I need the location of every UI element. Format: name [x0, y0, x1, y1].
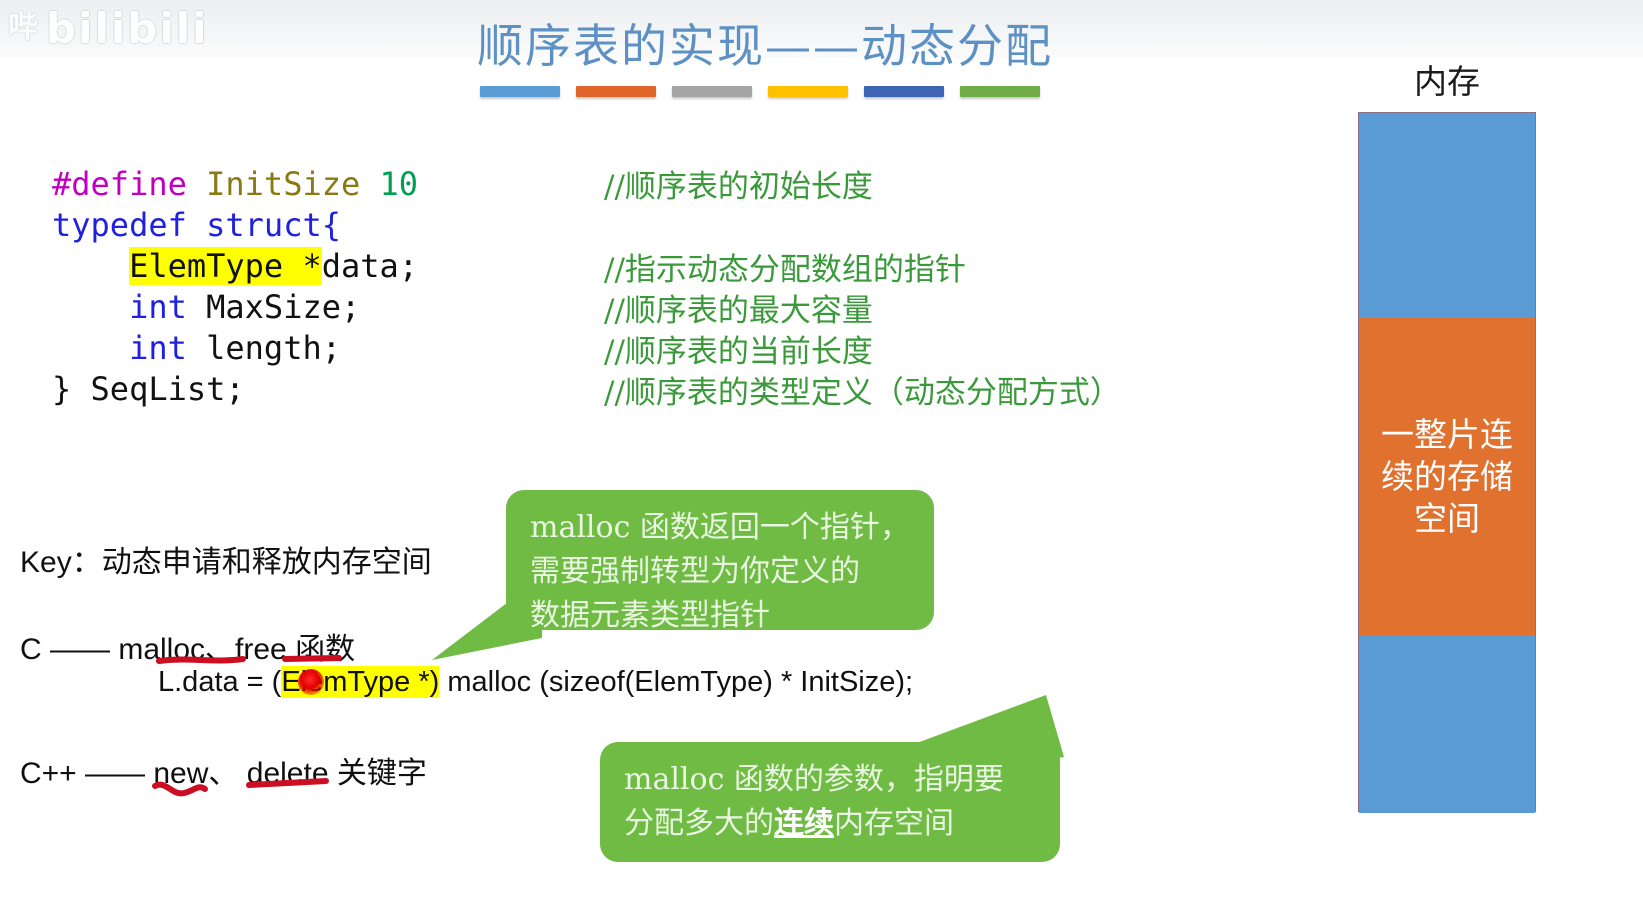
- callout-2: malloc 函数的参数，指明要 分配多大的连续内存空间: [600, 742, 1060, 862]
- title-rule-2: [576, 86, 656, 97]
- callout-2-line-1: malloc 函数的参数，指明要: [624, 762, 1004, 797]
- code-int-keyword-2: int: [129, 329, 187, 367]
- c-suffix: 函数: [286, 633, 356, 666]
- code-macro-name: InitSize: [186, 165, 380, 203]
- cpp-prefix: C++ ——: [20, 757, 154, 790]
- callout-1-line-1: malloc 函数返回一个指针，: [530, 510, 910, 545]
- code-typedef-struct: typedef struct{: [52, 206, 341, 244]
- code-data-member: data;: [321, 247, 419, 285]
- title-rule-3: [672, 86, 752, 97]
- code-struct-close: } SeqList;: [52, 370, 245, 408]
- c-separator: 、: [205, 633, 236, 666]
- stmt-suffix: malloc (sizeof(ElemType) * InitSize);: [439, 666, 914, 698]
- cpp-suffix: 关键字: [328, 757, 427, 790]
- code-elemtype-highlight: ElemType *: [129, 247, 322, 285]
- memory-segment-allocated: 一整片连 续的存储 空间: [1359, 318, 1535, 636]
- title-rule-row: [480, 86, 1040, 97]
- slide-canvas: 哔 bilibili 顺序表的实现——动态分配 #define InitSize …: [0, 0, 1643, 921]
- comment-current-length: //顺序表的当前长度: [604, 334, 873, 370]
- code-maxsize-member: MaxSize;: [186, 288, 361, 326]
- key-note-line: Key：动态申请和释放内存空间: [20, 537, 432, 581]
- code-keyword-define: #define: [52, 165, 187, 203]
- page-title: 顺序表的实现——动态分配: [477, 19, 1053, 73]
- title-rule-1: [480, 86, 560, 97]
- callout-2-line-2-c: 内存空间: [834, 806, 954, 841]
- comment-type-definition: //顺序表的类型定义（动态分配方式）: [604, 375, 1121, 411]
- title-rule-5: [864, 86, 944, 97]
- code-length-member: length;: [186, 329, 341, 367]
- cpp-language-line: C++ —— new、 delete 关键字: [20, 748, 427, 792]
- cpp-separator: 、: [208, 757, 247, 790]
- callout-2-line-2-a: 分配多大的: [624, 806, 774, 841]
- memory-segment-free-bottom: [1359, 636, 1535, 813]
- comment-dynamic-pointer: //指示动态分配数组的指针: [604, 252, 966, 288]
- c-malloc-word: malloc: [118, 633, 206, 666]
- callout-1-line-2: 需要强制转型为你定义的: [530, 554, 860, 589]
- memory-column: 一整片连 续的存储 空间: [1358, 112, 1536, 813]
- malloc-statement-line: L.data = (ElemType *) malloc (sizeof(Ele…: [158, 666, 913, 699]
- c-prefix: C ——: [20, 633, 119, 666]
- code-int-keyword-1: int: [129, 288, 187, 326]
- stmt-prefix: L.data = (: [158, 666, 282, 698]
- cpp-new-word: new: [153, 757, 209, 790]
- title-rule-4: [768, 86, 848, 97]
- key-note-text: Key：动态申请和释放内存空间: [20, 546, 432, 579]
- comment-max-capacity: //顺序表的最大容量: [604, 293, 873, 329]
- memory-diagram-label: 内存: [1414, 62, 1480, 101]
- callout-1-line-3: 数据元素类型指针: [530, 598, 770, 633]
- title-rule-6: [960, 86, 1040, 97]
- memory-segment-allocated-text: 一整片连 续的存储 空间: [1381, 415, 1513, 538]
- code-block: #define InitSize 10 typedef struct{ Elem…: [52, 164, 418, 410]
- cpp-delete-word: delete: [246, 757, 329, 790]
- memory-segment-free-top: [1359, 113, 1535, 318]
- c-free-word: free: [235, 633, 287, 666]
- comment-init-length: //顺序表的初始长度: [604, 169, 873, 205]
- callout-2-line-2: 分配多大的连续内存空间: [624, 802, 1038, 846]
- stmt-cast-highlight: ElemType *): [281, 666, 440, 698]
- c-language-line: C —— malloc、free 函数: [20, 624, 355, 668]
- code-macro-value: 10: [379, 165, 419, 203]
- callout-1: malloc 函数返回一个指针， 需要强制转型为你定义的 数据元素类型指针: [506, 490, 934, 633]
- callout-2-emphasis: 连续: [774, 806, 834, 841]
